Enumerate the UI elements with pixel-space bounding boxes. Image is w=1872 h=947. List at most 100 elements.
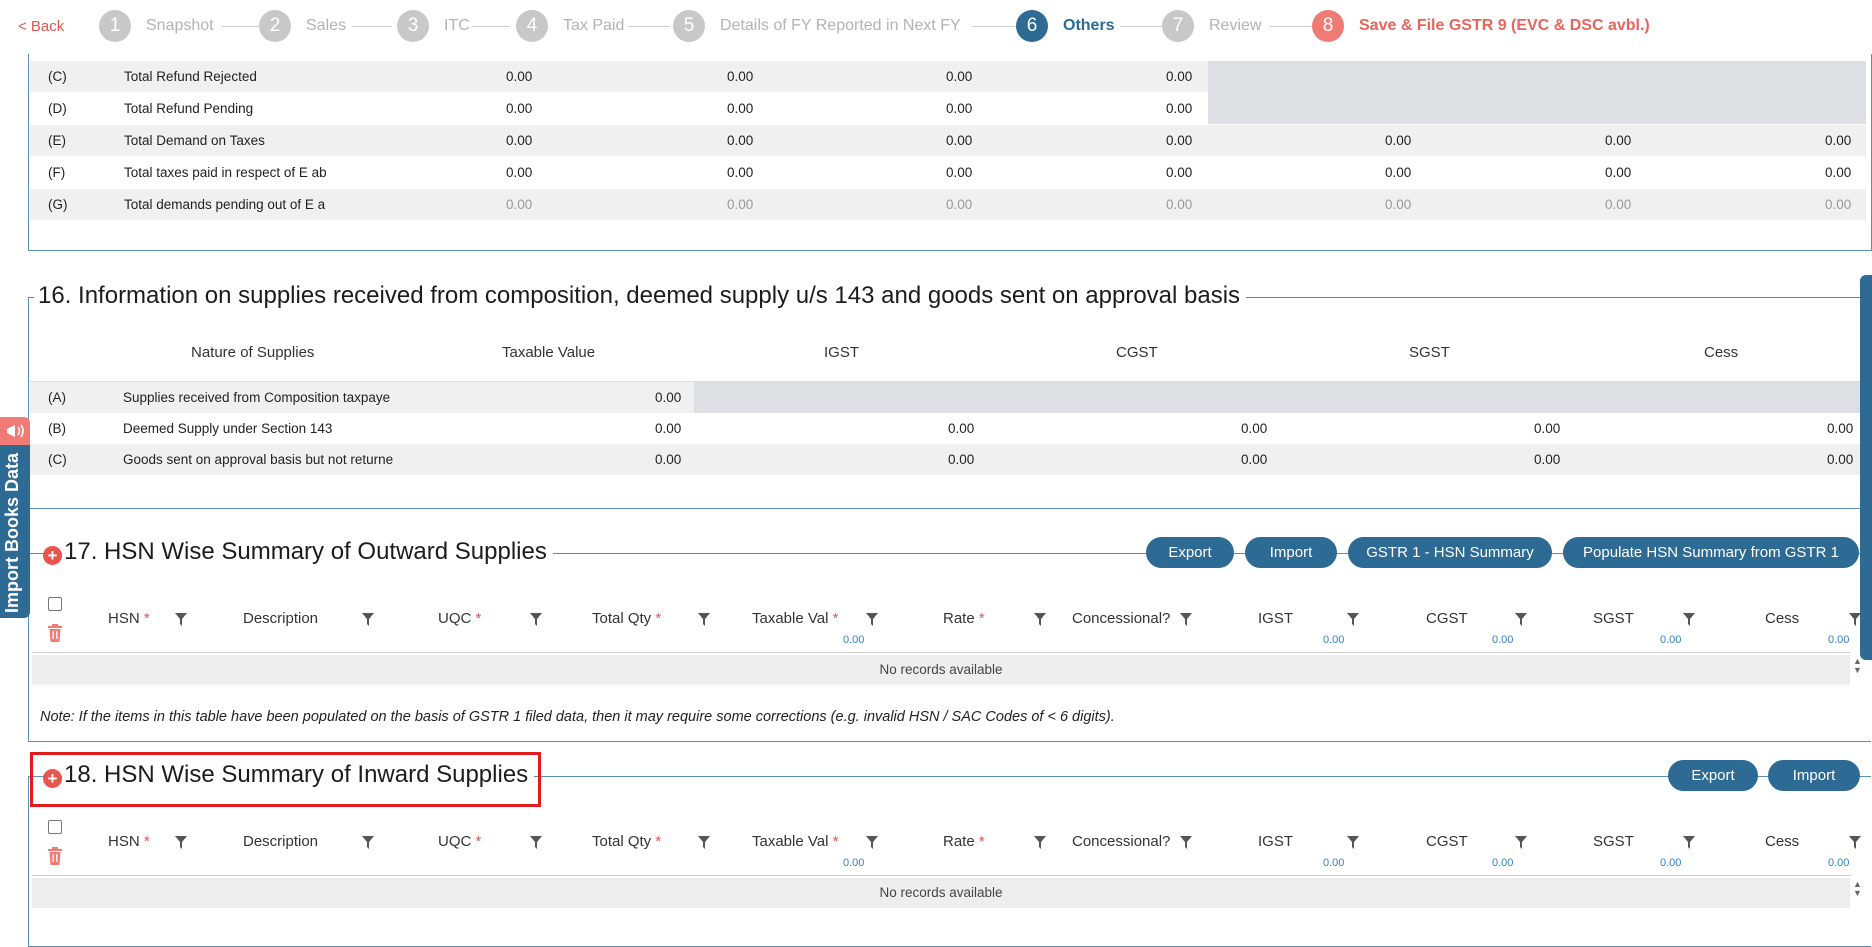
trash-icon[interactable]	[47, 847, 63, 865]
column-header[interactable]: Description	[243, 833, 318, 850]
table-row: (C) Goods sent on approval basis but not…	[30, 444, 1866, 475]
export-button[interactable]: Export	[1146, 537, 1234, 568]
export-button[interactable]: Export	[1668, 760, 1758, 791]
filter-icon[interactable]	[530, 836, 542, 850]
step-label: Details of FY Reported in Next FY	[720, 17, 961, 34]
cell-value: 0.00	[1241, 452, 1268, 467]
step-review[interactable]: 7 Review	[1162, 10, 1261, 42]
column-header[interactable]: HSN *	[108, 610, 150, 627]
filter-icon[interactable]	[1849, 836, 1861, 850]
filter-icon[interactable]	[698, 613, 710, 627]
cell-value: 0.00	[727, 133, 754, 148]
no-records-message: No records available	[32, 878, 1850, 908]
cell-value: 0.00	[727, 197, 754, 212]
column-header[interactable]: Description	[243, 610, 318, 627]
column-label: SGST	[1593, 833, 1634, 850]
filter-icon[interactable]	[175, 836, 187, 850]
filter-icon[interactable]	[1515, 613, 1527, 627]
step-itc[interactable]: 3 ITC	[397, 10, 470, 42]
column-header[interactable]: SGST	[1593, 610, 1634, 627]
disabled-cells	[694, 382, 1866, 413]
step-save-file[interactable]: 8 Save & File GSTR 9 (EVC & DSC avbl.)	[1312, 10, 1650, 42]
select-all-checkbox[interactable]	[48, 820, 62, 834]
step-tax-paid[interactable]: 4 Tax Paid	[516, 10, 624, 42]
filter-icon[interactable]	[1180, 613, 1192, 627]
gstr1-hsn-summary-button[interactable]: GSTR 1 - HSN Summary	[1348, 537, 1552, 568]
column-header[interactable]: Total Qty *	[592, 610, 661, 627]
filter-icon[interactable]	[362, 613, 374, 627]
filter-icon[interactable]	[1515, 836, 1527, 850]
back-link[interactable]: < Back	[18, 18, 64, 35]
column-header: Taxable Value	[502, 344, 596, 361]
filter-icon[interactable]	[698, 836, 710, 850]
column-header[interactable]: Cess	[1765, 833, 1799, 850]
column-header[interactable]: CGST	[1426, 610, 1468, 627]
column-header[interactable]: UQC *	[438, 833, 481, 850]
cell-value: 0.00	[1825, 197, 1852, 212]
import-button[interactable]: Import	[1245, 537, 1337, 568]
column-header[interactable]: Total Qty *	[592, 833, 661, 850]
column-header[interactable]: Rate *	[943, 833, 985, 850]
cell-value: 0.00	[946, 133, 973, 148]
cell-value: 0.00	[1166, 165, 1193, 180]
import-button[interactable]: Import	[1768, 760, 1860, 791]
filter-icon[interactable]	[866, 836, 878, 850]
add-circle-icon[interactable]: +	[43, 546, 62, 565]
column-header[interactable]: Taxable Val *	[752, 833, 838, 850]
step-number: 5	[673, 10, 705, 42]
required-marker: *	[475, 833, 482, 850]
megaphone-icon[interactable]	[0, 417, 30, 445]
scroll-arrows[interactable]: ▲ ▼	[1853, 880, 1862, 898]
filter-icon[interactable]	[1683, 836, 1695, 850]
select-all-checkbox[interactable]	[48, 597, 62, 611]
filter-icon[interactable]	[1347, 613, 1359, 627]
step-number: 2	[259, 10, 291, 42]
import-books-data-tab[interactable]: Import Books Data	[0, 418, 30, 618]
filter-icon[interactable]	[362, 836, 374, 850]
filter-icon[interactable]	[1347, 836, 1359, 850]
row-code: (F)	[48, 165, 66, 180]
column-label: Rate	[943, 610, 975, 627]
filter-icon[interactable]	[866, 613, 878, 627]
column-header[interactable]: Taxable Val *	[752, 610, 838, 627]
column-header[interactable]: CGST	[1426, 833, 1468, 850]
column-header[interactable]: Rate *	[943, 610, 985, 627]
disabled-cells	[1208, 61, 1866, 124]
column-label: Total Qty	[592, 610, 652, 627]
column-label: Total Qty	[592, 833, 652, 850]
trash-icon[interactable]	[47, 624, 63, 642]
column-header[interactable]: HSN *	[108, 833, 150, 850]
column-header[interactable]: SGST	[1593, 833, 1634, 850]
column-header[interactable]: Concessional?	[1072, 610, 1170, 627]
cell-value: 0.00	[946, 165, 973, 180]
filter-icon[interactable]	[530, 613, 542, 627]
filter-icon[interactable]	[1034, 836, 1046, 850]
step-connector	[352, 26, 392, 27]
column-header[interactable]: IGST	[1258, 610, 1293, 627]
cell-value: 0.00	[655, 452, 682, 467]
column-header: Cess	[1704, 344, 1739, 361]
right-side-panel-tab[interactable]	[1860, 275, 1872, 660]
column-label: Concessional?	[1072, 610, 1171, 627]
populate-hsn-summary-button[interactable]: Populate HSN Summary from GSTR 1	[1563, 537, 1859, 568]
cell-value: 0.00	[655, 421, 682, 436]
filter-icon[interactable]	[175, 613, 187, 627]
scroll-arrows[interactable]: ▲ ▼	[1853, 657, 1862, 675]
row-code: (B)	[48, 421, 66, 436]
filter-icon[interactable]	[1683, 613, 1695, 627]
column-header[interactable]: IGST	[1258, 833, 1293, 850]
cell-value: 0.00	[1166, 69, 1193, 84]
column-header[interactable]: Concessional?	[1072, 833, 1170, 850]
step-snapshot[interactable]: 1 Snapshot	[99, 10, 214, 42]
filter-icon[interactable]	[1034, 613, 1046, 627]
column-header[interactable]: UQC *	[438, 610, 481, 627]
column-label: IGST	[1258, 833, 1294, 850]
filter-icon[interactable]	[1849, 613, 1861, 627]
step-sales[interactable]: 2 Sales	[259, 10, 346, 42]
filter-icon[interactable]	[1180, 836, 1192, 850]
cell-value: 0.00	[1534, 421, 1561, 436]
step-others[interactable]: 6 Others	[1016, 10, 1115, 42]
step-details-next-fy[interactable]: 5 Details of FY Reported in Next FY	[673, 10, 961, 42]
step-connector	[1120, 26, 1162, 27]
column-header[interactable]: Cess	[1765, 610, 1799, 627]
